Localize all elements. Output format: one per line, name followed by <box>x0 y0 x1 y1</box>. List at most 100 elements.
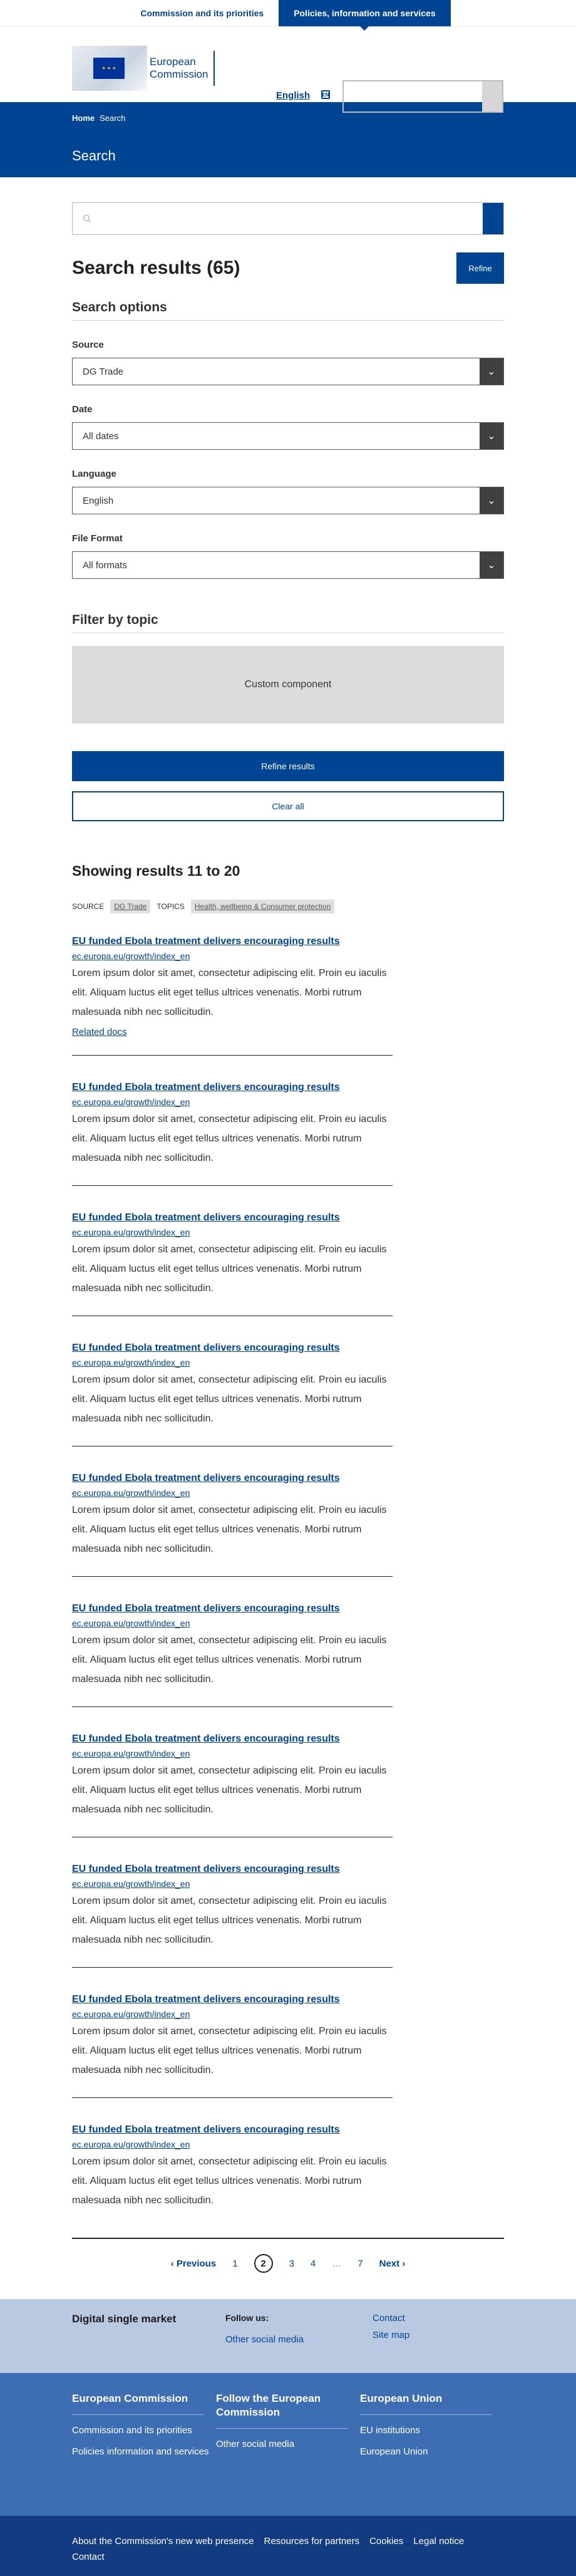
result-url[interactable]: ec.europa.eu/growth/index_en <box>72 2139 393 2149</box>
current-page: 2 <box>254 2254 273 2273</box>
result-description: Lorem ipsum dolor sit amet, consectetur … <box>72 1635 387 1685</box>
results-list: EU funded Ebola treatment delivers encou… <box>72 926 504 2228</box>
source-select[interactable]: DG Trade ⌄ <box>72 358 504 385</box>
result-url[interactable]: ec.europa.eu/growth/index_en <box>72 1227 393 1237</box>
header-search-button[interactable] <box>482 81 502 112</box>
result-item: EU funded Ebola treatment delivers encou… <box>72 2114 393 2228</box>
footer-link[interactable]: EU institutions <box>360 2421 504 2440</box>
result-description: Lorem ipsum dolor sit amet, consectetur … <box>72 1374 387 1424</box>
result-url[interactable]: ec.europa.eu/growth/index_en <box>72 951 393 961</box>
showing-results-title: Showing results 11 to 20 <box>72 863 240 879</box>
result-description: Lorem ipsum dolor sit amet, consectetur … <box>72 968 387 1017</box>
date-select[interactable]: All dates ⌄ <box>72 422 504 450</box>
result-title[interactable]: EU funded Ebola treatment delivers encou… <box>72 1854 393 1875</box>
footer-link[interactable]: Policies information and services <box>72 2443 216 2461</box>
next-page-link[interactable]: Next › <box>379 2258 406 2269</box>
footer-link[interactable]: European Union <box>360 2443 504 2461</box>
logo-graphic: ★ ★ ★ <box>72 46 147 91</box>
page-1-link[interactable]: 1 <box>232 2258 237 2269</box>
search-icon <box>83 214 91 223</box>
chevron-down-icon: ⌄ <box>480 358 503 385</box>
file-format-label: File Format <box>72 533 123 544</box>
result-url[interactable]: ec.europa.eu/growth/index_en <box>72 1748 393 1758</box>
date-label: Date <box>72 404 93 415</box>
tab-policies-information[interactable]: Policies, information and services <box>279 0 451 31</box>
footer-legal: About the Commission's new web presence … <box>0 2516 576 2576</box>
breadcrumb-home[interactable]: Home <box>72 113 95 123</box>
results-count-title: Search results (65) <box>72 257 240 278</box>
footer-legal-link[interactable]: Legal notice <box>413 2536 464 2547</box>
header-search <box>342 80 503 113</box>
result-title[interactable]: EU funded Ebola treatment delivers encou… <box>72 1984 393 2005</box>
footer-social-link[interactable]: Other social media <box>225 2334 373 2345</box>
result-title[interactable]: EU funded Ebola treatment delivers encou… <box>72 1593 393 1614</box>
results-header: Search results (65) Refine <box>72 252 504 284</box>
refine-button[interactable]: Refine <box>456 252 504 284</box>
result-title[interactable]: EU funded Ebola treatment delivers encou… <box>72 926 393 947</box>
footer-col-eu: European Union EU institutions European … <box>360 2392 504 2516</box>
logo-text: European Commission <box>147 51 215 86</box>
footer-legal-link[interactable]: About the Commission's new web presence <box>72 2536 254 2547</box>
result-description: Lorem ipsum dolor sit amet, consectetur … <box>72 1505 387 1554</box>
result-url[interactable]: ec.europa.eu/growth/index_en <box>72 1618 393 1628</box>
result-item: EU funded Ebola treatment delivers encou… <box>72 1854 393 1968</box>
footer-legal-contact[interactable]: Contact <box>72 2552 504 2562</box>
topics-filter-tag[interactable]: Health, wellbeing & Consumer protection <box>190 900 335 913</box>
footer-col-follow: Follow the European Commission Other soc… <box>216 2392 360 2516</box>
logo-line-1: European <box>150 56 196 68</box>
result-item: EU funded Ebola treatment delivers encou… <box>72 1072 393 1186</box>
footer-site-title: Digital single market <box>72 2313 177 2325</box>
chevron-down-icon: ⌄ <box>480 423 503 449</box>
language-selector[interactable]: English <box>276 90 310 101</box>
related-docs-link[interactable]: Related docs <box>72 1027 127 1037</box>
tab-commission-priorities[interactable]: Commission and its priorities <box>125 0 279 26</box>
language-label: Language <box>72 469 116 479</box>
footer-col-title: European Commission <box>72 2392 203 2415</box>
footer-legal-link[interactable]: Resources for partners <box>264 2536 360 2547</box>
language-icon[interactable]: EN <box>321 90 330 99</box>
result-title[interactable]: EU funded Ebola treatment delivers encou… <box>72 1332 393 1354</box>
header-search-input[interactable] <box>344 81 482 112</box>
result-url[interactable]: ec.europa.eu/growth/index_en <box>72 1488 393 1498</box>
result-url[interactable]: ec.europa.eu/growth/index_en <box>72 1097 393 1107</box>
footer-site: Digital single market Follow us: Other s… <box>0 2299 576 2373</box>
page-7-link[interactable]: 7 <box>357 2258 363 2269</box>
active-filters: SOURCE DG Trade TOPICS Health, wellbeing… <box>72 900 504 913</box>
source-filter-label: SOURCE <box>72 902 105 911</box>
source-filter-tag[interactable]: DG Trade <box>110 900 151 913</box>
result-item: EU funded Ebola treatment delivers encou… <box>72 1202 393 1316</box>
result-title[interactable]: EU funded Ebola treatment delivers encou… <box>72 1463 393 1484</box>
search-button[interactable] <box>483 203 503 234</box>
top-navigation: Commission and its priorities Policies, … <box>0 0 576 31</box>
file-format-value: All formats <box>83 559 127 571</box>
european-commission-logo[interactable]: ★ ★ ★ European Commission <box>72 46 235 91</box>
footer-link[interactable]: Other social media <box>216 2435 360 2454</box>
result-title[interactable]: EU funded Ebola treatment delivers encou… <box>72 1202 393 1223</box>
previous-page-link[interactable]: ‹ Previous <box>171 2258 217 2269</box>
page-banner: Home Search Search <box>0 102 576 177</box>
result-title[interactable]: EU funded Ebola treatment delivers encou… <box>72 1072 393 1093</box>
search-input[interactable] <box>73 203 483 234</box>
footer-col-title: Follow the European Commission <box>216 2392 347 2429</box>
result-title[interactable]: EU funded Ebola treatment delivers encou… <box>72 2114 393 2136</box>
language-value: English <box>83 495 114 506</box>
refine-results-button[interactable]: Refine results <box>72 751 504 781</box>
file-format-select[interactable]: All formats ⌄ <box>72 551 504 579</box>
footer-sitemap-link[interactable]: Site map <box>373 2330 409 2340</box>
pagination: ‹ Previous 1 2 3 4 … 7 Next › <box>72 2238 504 2273</box>
source-value: DG Trade <box>83 366 124 377</box>
result-url[interactable]: ec.europa.eu/growth/index_en <box>72 1358 393 1368</box>
footer-contact-link[interactable]: Contact <box>373 2313 409 2324</box>
language-select[interactable]: English ⌄ <box>72 487 504 514</box>
clear-all-button[interactable]: Clear all <box>72 791 504 821</box>
main-content: Search results (65) Refine Search option… <box>0 202 576 2273</box>
footer-legal-link[interactable]: Cookies <box>369 2536 403 2547</box>
result-title[interactable]: EU funded Ebola treatment delivers encou… <box>72 1723 393 1745</box>
result-url[interactable]: ec.europa.eu/growth/index_en <box>72 2009 393 2019</box>
page-3-link[interactable]: 3 <box>289 2258 294 2269</box>
result-url[interactable]: ec.europa.eu/growth/index_en <box>72 1879 393 1889</box>
footer-follow: Follow us: Other social media <box>225 2313 373 2373</box>
footer-link[interactable]: Commission and its priorities <box>72 2421 216 2440</box>
footer-site-links: Contact Site map <box>373 2313 409 2373</box>
page-4-link[interactable]: 4 <box>311 2258 316 2269</box>
